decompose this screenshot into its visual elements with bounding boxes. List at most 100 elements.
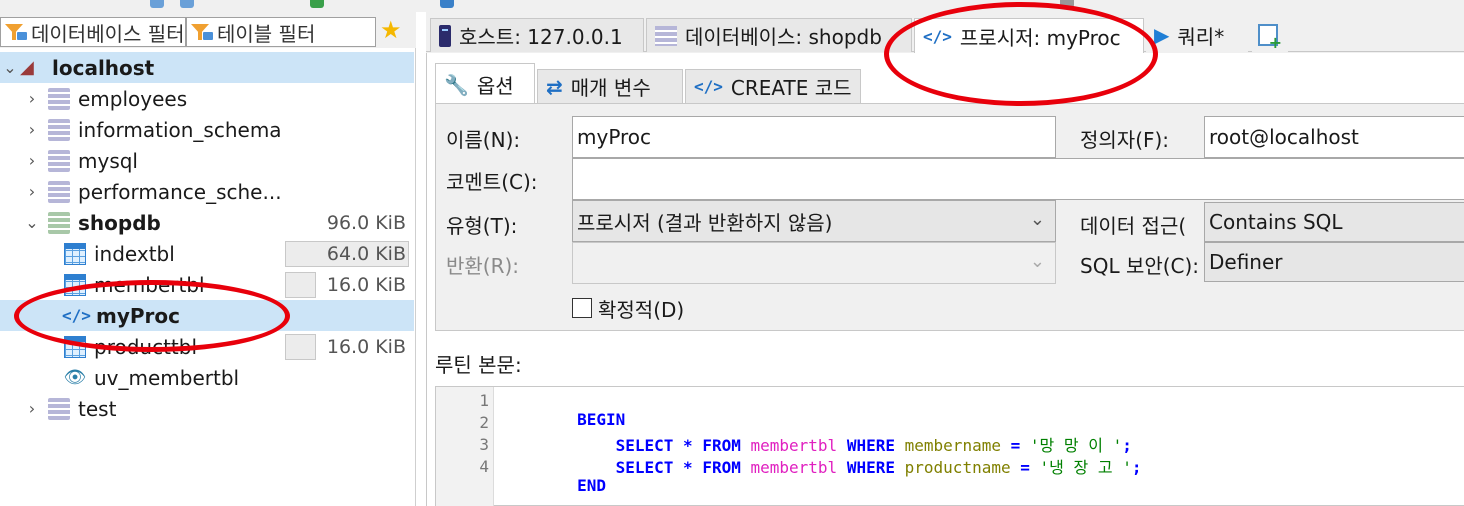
tree-item-employees[interactable]: › employees [0, 83, 414, 114]
tab-label: 호스트: 127.0.0.1 [459, 25, 623, 49]
procedure-code-icon: </> [62, 306, 91, 325]
database-icon [48, 180, 70, 203]
tab-label: 쿼리* [1177, 24, 1225, 49]
code-icon: </> [694, 77, 723, 96]
comment-label: 코멘트(C): [446, 170, 538, 194]
tree-item-label: mysql [78, 148, 138, 173]
wrench-icon: 🔧 [444, 72, 469, 97]
tree-item-mysql[interactable]: › mysql [0, 145, 414, 176]
code-keyword: WHERE [846, 458, 895, 477]
security-select[interactable]: Definer [1204, 242, 1464, 282]
routine-body-label: 루틴 본문: [435, 353, 522, 377]
code-table-name: membertbl [750, 458, 838, 477]
star-icon[interactable]: ★ [380, 16, 402, 44]
tree-item-label: uv_membertbl [94, 365, 240, 390]
editor-panel: 호스트: 127.0.0.1 데이터베이스: shopdb </> 프로시저: … [426, 12, 1464, 506]
database-filter-input[interactable]: 데이터베이스 필터 [0, 17, 186, 47]
chevron-right-icon[interactable]: › [22, 89, 42, 108]
database-filter-text: 데이터베이스 필터 [31, 21, 185, 46]
code-line-4: END [500, 457, 606, 506]
line-number: 3 [479, 435, 489, 454]
tree-item-performance-schema[interactable]: › performance_sche... [0, 176, 414, 207]
subtab-label: 매개 변수 [570, 76, 651, 100]
tree-item-localhost[interactable]: ⌄ ◢ localhost [0, 52, 414, 83]
return-select[interactable]: ⌄ [572, 242, 1056, 284]
toolbar-icon[interactable] [150, 0, 164, 8]
tree-item-label: information_schema [78, 117, 282, 142]
new-tab-icon [1258, 24, 1282, 52]
table-size: 16.0 KiB [326, 335, 406, 358]
definer-input[interactable]: root@localhost [1204, 116, 1464, 158]
tree-item-indextbl[interactable]: indextbl 64.0 KiB [0, 238, 414, 269]
code-operator: = [1020, 458, 1030, 477]
subtab-parameters[interactable]: ⇄ 매개 변수 [537, 69, 683, 103]
chevron-right-icon[interactable]: › [22, 182, 42, 201]
chevron-down-icon: ⌄ [1029, 209, 1045, 230]
toolbar-strip [0, 0, 1464, 12]
object-browser: 데이터베이스 필터 테이블 필터 ★ ⌄ ◢ localhost › emplo… [0, 12, 416, 506]
server-icon [439, 24, 451, 47]
toolbar-icon[interactable] [180, 0, 194, 8]
tree-item-myproc[interactable]: </> myProc [0, 300, 414, 331]
tree-item-membertbl[interactable]: membertbl 16.0 KiB [0, 269, 414, 300]
tree-item-label: membertbl [94, 272, 205, 297]
tree-item-uv-membertbl[interactable]: 👁 uv_membertbl [0, 362, 414, 393]
subtab-create-code[interactable]: </> CREATE 코드 [685, 69, 861, 103]
name-value: myProc [577, 125, 652, 149]
code-column-name: productname [904, 458, 1011, 477]
deterministic-checkbox[interactable] [572, 298, 592, 318]
chevron-right-icon[interactable]: › [22, 151, 42, 170]
tree-item-producttbl[interactable]: producttbl 16.0 KiB [0, 331, 414, 362]
chevron-right-icon[interactable]: › [22, 399, 42, 418]
options-form: 이름(N): myProc 정의자(F): root@localhost 코멘트… [435, 103, 1464, 331]
chevron-down-icon[interactable]: ⌄ [22, 213, 42, 232]
tree-item-information-schema[interactable]: › information_schema [0, 114, 414, 145]
table-icon [64, 242, 86, 265]
tree-item-test[interactable]: › test [0, 393, 414, 424]
comment-input[interactable] [572, 158, 1464, 200]
chevron-down-icon: ⌄ [1029, 251, 1045, 272]
toolbar-icon[interactable] [440, 0, 454, 8]
tab-database[interactable]: 데이터베이스: shopdb [646, 18, 912, 52]
tab-label: 프로시저: myProc [959, 25, 1121, 50]
table-filter-input[interactable]: 테이블 필터 [186, 17, 376, 47]
toolbar-icon[interactable] [310, 0, 324, 8]
return-label: 반환(R): [446, 254, 520, 278]
subtab-label: 옵션 [476, 74, 514, 98]
database-icon [655, 25, 677, 46]
toolbar-icon[interactable] [1060, 0, 1074, 8]
filter-icon [191, 22, 213, 42]
new-query-tab-button[interactable] [1252, 18, 1288, 52]
tree-item-label: performance_sche... [78, 179, 282, 204]
table-size: 16.0 KiB [326, 273, 406, 296]
procedure-editor: 🔧 옵션 ⇄ 매개 변수 </> CREATE 코드 이름(N): myProc… [426, 53, 1464, 506]
tree-item-label: indextbl [94, 241, 175, 266]
tree-item-shopdb[interactable]: ⌄ shopdb 96.0 KiB [0, 207, 414, 238]
routine-body-editor[interactable]: 1 2 3 4 BEGIN SELECT * FROM membertbl WH… [435, 386, 1464, 506]
code-operator: * [683, 458, 693, 477]
table-icon [64, 335, 86, 358]
line-number: 1 [479, 391, 489, 410]
definer-label: 정의자(F): [1080, 128, 1170, 152]
table-size: 64.0 KiB [326, 242, 406, 265]
play-icon: ▶ [1154, 23, 1170, 47]
size-bar [285, 271, 316, 298]
procedure-code-icon: </> [923, 26, 952, 46]
chevron-right-icon[interactable]: › [22, 120, 42, 139]
name-label: 이름(N): [446, 128, 521, 152]
name-input[interactable]: myProc [572, 116, 1056, 158]
data-access-select[interactable]: Contains SQL [1204, 202, 1464, 242]
tree-item-label: localhost [52, 55, 155, 80]
code-keyword: END [577, 476, 606, 495]
tab-query[interactable]: ▶ 쿼리* [1146, 18, 1248, 52]
chevron-down-icon[interactable]: ⌄ [0, 58, 20, 77]
code-keyword: FROM [702, 458, 741, 477]
database-icon [48, 397, 70, 420]
tab-procedure[interactable]: </> 프로시저: myProc [914, 18, 1144, 53]
subtab-options[interactable]: 🔧 옵션 [435, 63, 535, 105]
type-select[interactable]: 프로시저 (결과 반환하지 않음) ⌄ [572, 200, 1056, 242]
tab-host[interactable]: 호스트: 127.0.0.1 [430, 18, 644, 52]
size-bar [285, 333, 316, 360]
line-number: 2 [479, 413, 489, 432]
code-keyword: SELECT [615, 458, 674, 477]
